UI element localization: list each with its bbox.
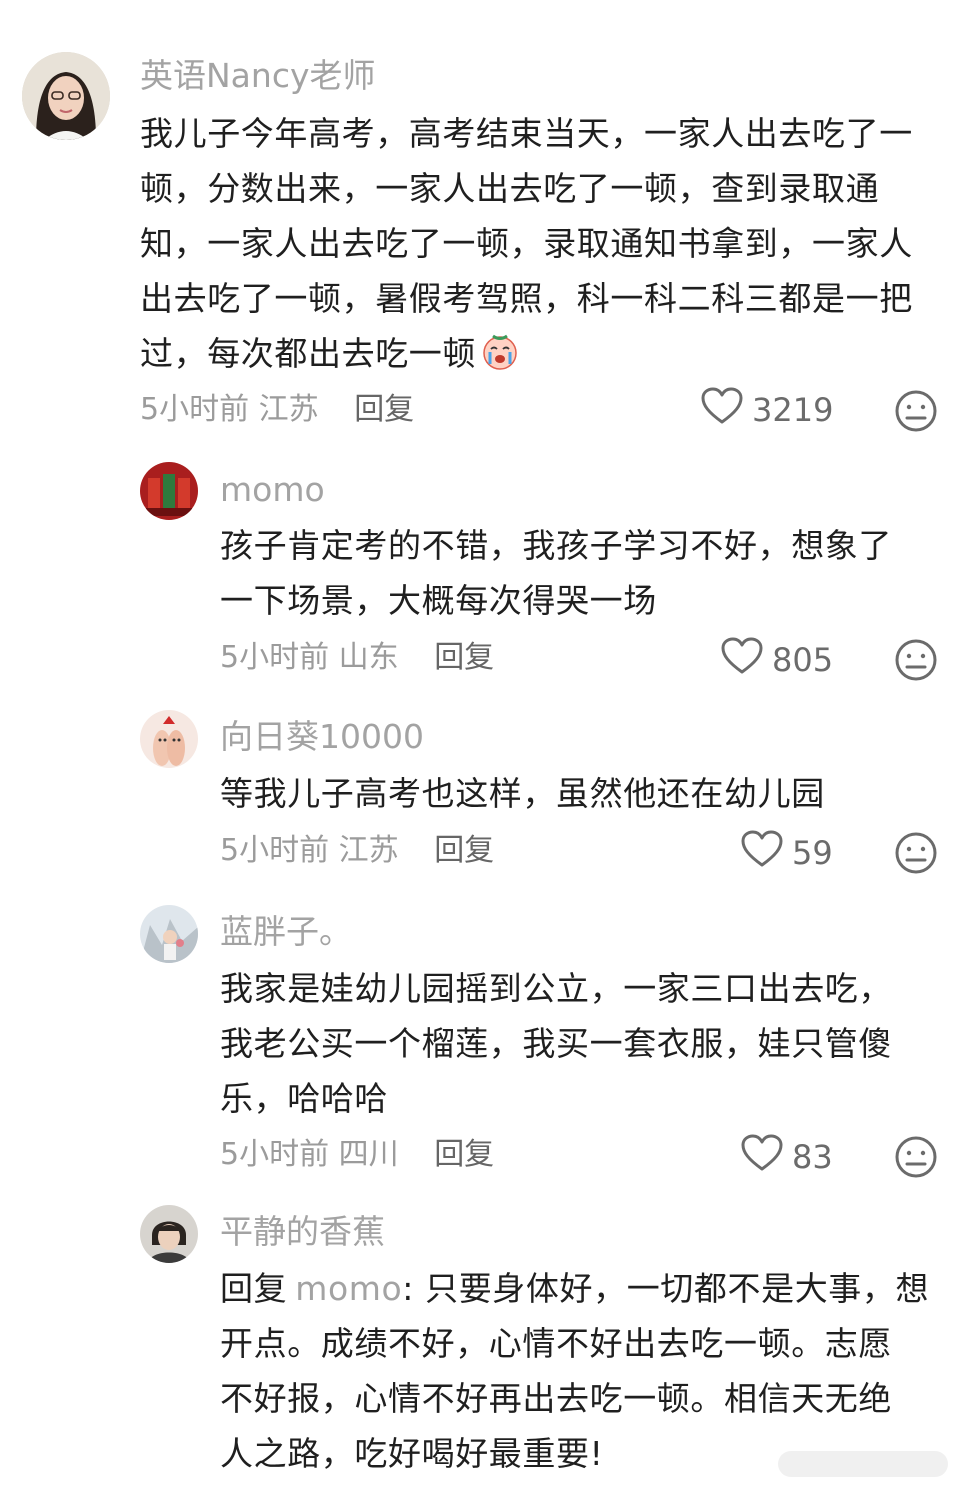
like-button[interactable]: 805 — [720, 636, 834, 684]
timestamp: 5小时前 — [220, 1137, 330, 1172]
timestamp: 5小时前 — [140, 392, 250, 427]
username[interactable]: 平静的香蕉 — [220, 1212, 385, 1252]
reply-button[interactable]: 回复 — [434, 640, 494, 675]
text-line: 回复 momo: 只要身体好，一切都不是大事，想 — [220, 1261, 950, 1316]
like-button[interactable]: 3219 — [700, 386, 834, 434]
comment-4: 蓝胖子。 我家是娃幼儿园摇到公立，一家三口出去吃， 我老公买一个榴莲，我买一套衣… — [0, 895, 960, 1195]
comment-text: 我家是娃幼儿园摇到公立，一家三口出去吃， 我老公买一个榴莲，我买一套衣服，娃只管… — [220, 961, 940, 1126]
reply-prefix: 回复 — [220, 1269, 288, 1308]
comment-meta: 5小时前 江苏 回复 — [220, 831, 494, 871]
username[interactable]: 蓝胖子。 — [220, 912, 352, 952]
heart-icon — [740, 829, 784, 877]
location: 江苏 — [338, 833, 399, 868]
neutral-face-icon[interactable] — [894, 831, 938, 875]
avatar[interactable] — [140, 710, 198, 768]
comment-text: 我儿子今年高考，高考结束当天，一家人出去吃了一 顿，分数出来，一家人出去吃了一顿… — [140, 106, 940, 381]
text-line: 我老公买一个榴莲，我买一套衣服，娃只管傻 — [220, 1024, 892, 1063]
like-count: 59 — [792, 834, 833, 872]
neutral-face-icon[interactable] — [894, 1135, 938, 1179]
comment-meta: 5小时前 山东 回复 — [220, 638, 494, 678]
username[interactable]: momo — [220, 470, 325, 510]
like-count: 805 — [772, 641, 834, 679]
neutral-face-icon[interactable] — [894, 389, 938, 433]
crying-face-emoji-icon — [480, 331, 520, 371]
text-line: 等我儿子高考也这样，虽然他还在幼儿园 — [220, 774, 825, 813]
reply-button[interactable]: 回复 — [434, 833, 494, 868]
text-line: 出去吃了一顿，暑假考驾照，科一科二科三都是一把 — [140, 279, 913, 318]
like-button[interactable]: 59 — [740, 829, 833, 877]
avatar[interactable] — [140, 462, 198, 520]
comment-2: momo 孩子肯定考的不错，我孩子学习不好，想象了 一下场景，大概每次得哭一场 … — [0, 460, 960, 700]
watermark — [778, 1451, 948, 1477]
heart-icon — [740, 1133, 784, 1181]
reply-button[interactable]: 回复 — [434, 1137, 494, 1172]
like-count: 3219 — [752, 391, 834, 429]
comment-meta: 5小时前 四川 回复 — [220, 1135, 494, 1175]
text-line: 一下场景，大概每次得哭一场 — [220, 581, 657, 620]
like-count: 83 — [792, 1138, 833, 1176]
heart-icon — [720, 636, 764, 684]
text-line: 知，一家人出去吃了一顿，录取通知书拿到，一家人 — [140, 224, 913, 263]
comment-text: 等我儿子高考也这样，虽然他还在幼儿园 — [220, 766, 940, 821]
neutral-face-icon[interactable] — [894, 638, 938, 682]
location: 江苏 — [258, 392, 319, 427]
username[interactable]: 向日葵10000 — [220, 717, 424, 757]
like-button[interactable]: 83 — [740, 1133, 833, 1181]
location: 四川 — [338, 1137, 399, 1172]
text-line-content: 过，每次都出去吃一顿 — [140, 334, 476, 373]
text-line: 不好报，心情不好再出去吃一顿。相信天无绝 — [220, 1379, 892, 1418]
text-line: 乐，哈哈哈 — [220, 1079, 388, 1118]
text-line: 顿，分数出来，一家人出去吃了一顿，查到录取通 — [140, 169, 880, 208]
text-line: 我儿子今年高考，高考结束当天，一家人出去吃了一 — [140, 114, 913, 153]
reply-button[interactable]: 回复 — [354, 392, 414, 427]
timestamp: 5小时前 — [220, 640, 330, 675]
reply-to-username[interactable]: momo — [295, 1269, 402, 1308]
avatar[interactable] — [140, 905, 198, 963]
comment-text: 孩子肯定考的不错，我孩子学习不好，想象了 一下场景，大概每次得哭一场 — [220, 518, 940, 628]
username[interactable]: 英语Nancy老师 — [140, 56, 376, 96]
avatar[interactable] — [22, 52, 110, 140]
comment-3: 向日葵10000 等我儿子高考也这样，虽然他还在幼儿园 5小时前 江苏 回复 5… — [0, 700, 960, 895]
text-line: 我家是娃幼儿园摇到公立，一家三口出去吃， — [220, 969, 892, 1008]
location: 山东 — [338, 640, 399, 675]
text-line: 开点。成绩不好，心情不好出去吃一顿。志愿 — [220, 1324, 892, 1363]
text-line: 孩子肯定考的不错，我孩子学习不好，想象了 — [220, 526, 892, 565]
comment-5: 平静的香蕉 回复 momo: 只要身体好，一切都不是大事，想 开点。成绩不好，心情… — [0, 1195, 960, 1487]
text-line: 过，每次都出去吃一顿 — [140, 326, 940, 381]
heart-icon — [700, 386, 744, 434]
avatar[interactable] — [140, 1205, 198, 1263]
timestamp: 5小时前 — [220, 833, 330, 868]
text-line-content: : 只要身体好，一切都不是大事，想 — [402, 1269, 930, 1308]
comment-1: 英语Nancy老师 我儿子今年高考，高考结束当天，一家人出去吃了一 顿，分数出来… — [0, 0, 960, 460]
comment-meta: 5小时前 江苏 回复 — [140, 390, 414, 430]
comment-text: 回复 momo: 只要身体好，一切都不是大事，想 开点。成绩不好，心情不好出去吃一… — [220, 1261, 950, 1481]
